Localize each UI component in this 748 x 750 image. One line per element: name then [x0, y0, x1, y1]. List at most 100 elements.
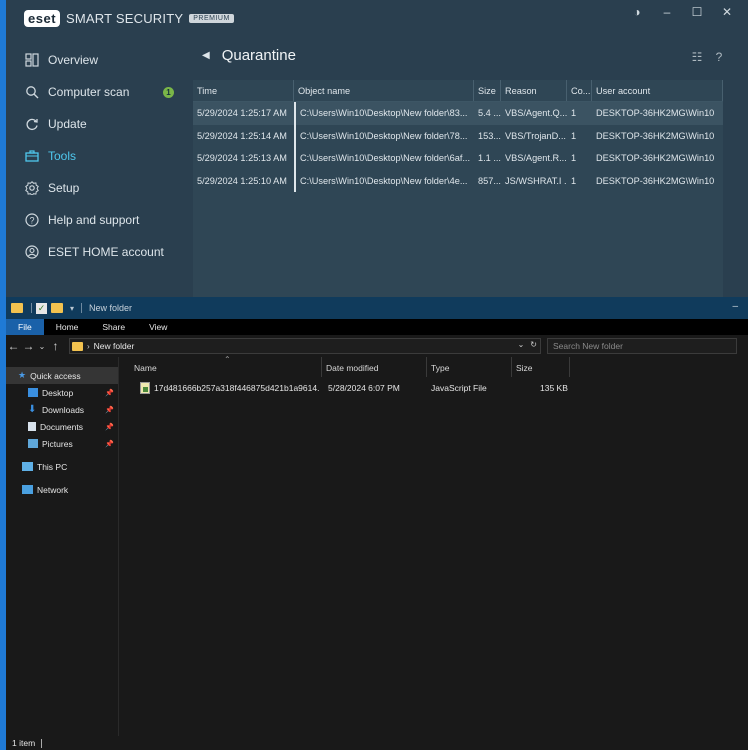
sidebar-item-computer-scan[interactable]: Computer scan 1 [6, 76, 186, 108]
sidebar-item-label: Setup [48, 181, 80, 195]
column-header-size[interactable]: Size [512, 357, 570, 377]
refresh-icon[interactable]: ↻ [530, 340, 537, 349]
theme-toggle-button[interactable]: ◑ [622, 4, 652, 20]
forward-arrow-icon[interactable]: → [21, 339, 36, 353]
cell-time: 5/29/2024 1:25:10 AM [197, 175, 287, 186]
sidebar-item-update[interactable]: Update [6, 108, 186, 140]
cell-object-name: C:\Users\Win10\Desktop\New folder\6af... [294, 147, 474, 170]
cell-user-account: DESKTOP-36HK2MG\Win10 [596, 108, 715, 118]
back-arrow-icon[interactable]: ◀ [202, 50, 210, 61]
cell-size: 1.1 ... [478, 153, 501, 163]
cell-user-account: DESKTOP-36HK2MG\Win10 [596, 130, 715, 141]
eset-window-controls: ◑ – ☐ ✕ [622, 4, 742, 20]
gear-icon [24, 180, 40, 196]
column-header-date-modified[interactable]: Date modified [322, 357, 427, 377]
folder-icon [72, 341, 83, 351]
tab-home[interactable]: Home [44, 319, 91, 335]
column-headers: ⌃ Name Date modified Type Size [120, 355, 748, 377]
table-row[interactable]: 5/29/2024 1:25:13 AM C:\Users\Win10\Desk… [193, 147, 723, 170]
file-size: 135 KB [540, 383, 568, 393]
navigation-pane: ★ Quick access Desktop 📌 ⬇ Downloads 📌 D… [6, 357, 119, 736]
cell-count: 1 [571, 153, 577, 163]
sidebar-item-overview[interactable]: Overview [6, 44, 186, 76]
list-item[interactable]: 17d481666b257a318f446875d421b1a9614... 5… [120, 380, 748, 396]
column-header-reason[interactable]: Reason [501, 80, 567, 101]
separator [31, 303, 32, 313]
nav-label: Quick access [30, 370, 81, 381]
pin-icon: 📌 [105, 440, 114, 448]
nav-item-pictures[interactable]: Pictures 📌 [6, 435, 118, 452]
address-bar[interactable]: › New folder ⌄ ↻ [69, 338, 541, 354]
nav-item-downloads[interactable]: ⬇ Downloads 📌 [6, 401, 118, 418]
column-header-count[interactable]: Co... [567, 80, 592, 101]
pin-icon: 📌 [105, 389, 114, 397]
nav-network[interactable]: Network [6, 481, 118, 498]
list-view-icon[interactable]: ☷ [686, 50, 708, 64]
search-input[interactable]: Search New folder [547, 338, 737, 354]
column-header-name[interactable]: Name [130, 357, 322, 377]
customize-dropdown-icon[interactable]: ▾ [70, 304, 74, 313]
cell-reason: VBS/Agent.Q... [505, 108, 567, 118]
download-arrow-icon: ⬇ [28, 404, 37, 415]
file-list: ⌃ Name Date modified Type Size 17d481666… [120, 355, 748, 736]
sidebar-item-label: Tools [48, 149, 77, 163]
cell-object-name: C:\Users\Win10\Desktop\New folder\78... [294, 124, 474, 147]
nav-quick-access[interactable]: ★ Quick access [6, 367, 118, 384]
sidebar-item-eset-home[interactable]: ESET HOME account [6, 236, 186, 268]
nav-item-desktop[interactable]: Desktop 📌 [6, 384, 118, 401]
cell-reason: VBS/TrojanD... [505, 130, 566, 141]
cell-user-account: DESKTOP-36HK2MG\Win10 [596, 153, 715, 163]
cell-object-name: C:\Users\Win10\Desktop\New folder\4e... [294, 169, 474, 192]
column-header-user-account[interactable]: User account [592, 80, 723, 101]
cell-time: 5/29/2024 1:25:14 AM [197, 130, 287, 141]
user-icon [24, 244, 40, 260]
cell-time: 5/29/2024 1:25:17 AM [197, 108, 287, 118]
column-header-time[interactable]: Time [193, 80, 294, 101]
cell-count: 1 [571, 175, 577, 186]
eset-window: eset SMART SECURITY PREMIUM ◑ – ☐ ✕ Over… [0, 0, 748, 300]
close-button[interactable]: ✕ [712, 4, 742, 20]
help-question-icon[interactable]: ? [708, 50, 730, 64]
table-header: Time Object name Size Reason Co... User … [193, 80, 723, 102]
sidebar-item-help[interactable]: ? Help and support [6, 204, 186, 236]
briefcase-icon [24, 148, 40, 164]
explorer-window: ✓ ▾ New folder – File Home Share View ← … [6, 297, 748, 750]
breadcrumb[interactable]: New folder [94, 341, 135, 351]
up-arrow-icon[interactable]: ↑ [48, 339, 63, 353]
item-count: 1 item [12, 738, 36, 748]
file-name: 17d481666b257a318f446875d421b1a9614... [154, 383, 319, 393]
file-type: JavaScript File [431, 383, 487, 393]
table-row[interactable]: 5/29/2024 1:25:14 AM C:\Users\Win10\Desk… [193, 124, 723, 147]
column-header-size[interactable]: Size [474, 80, 501, 101]
properties-check-icon[interactable]: ✓ [36, 302, 47, 314]
nav-item-documents[interactable]: Documents 📌 [6, 418, 118, 435]
maximize-button[interactable]: ☐ [682, 4, 712, 20]
tab-view[interactable]: View [137, 319, 179, 335]
page-title: Quarantine [221, 47, 296, 64]
page-tools: ☷ ? [686, 50, 730, 64]
sidebar-item-tools[interactable]: Tools [6, 140, 186, 172]
network-icon [22, 485, 33, 494]
pictures-icon [28, 439, 38, 448]
back-arrow-icon[interactable]: ← [6, 339, 21, 353]
tab-file[interactable]: File [6, 319, 44, 335]
sidebar-item-label: Computer scan [48, 85, 130, 99]
cell-size: 153... [478, 130, 501, 141]
quarantine-table: Time Object name Size Reason Co... User … [193, 80, 723, 300]
tab-share[interactable]: Share [90, 319, 137, 335]
file-date-modified: 5/28/2024 6:07 PM [328, 383, 400, 393]
table-row[interactable]: 5/29/2024 1:25:17 AM C:\Users\Win10\Desk… [193, 102, 723, 125]
folder-icon [11, 303, 23, 313]
sidebar-item-setup[interactable]: Setup [6, 172, 186, 204]
chevron-down-icon[interactable]: ⌄ [518, 340, 525, 349]
nav-this-pc[interactable]: This PC [6, 458, 118, 475]
recent-locations-icon[interactable]: ⌄ [36, 342, 48, 351]
chevron-right-icon[interactable]: › [87, 342, 90, 351]
new-folder-icon[interactable] [51, 303, 63, 313]
minimize-button[interactable]: – [652, 4, 682, 20]
column-header-type[interactable]: Type [427, 357, 512, 377]
minimize-button[interactable]: – [732, 301, 738, 312]
table-row[interactable]: 5/29/2024 1:25:10 AM C:\Users\Win10\Desk… [193, 169, 723, 192]
column-header-object-name[interactable]: Object name [294, 80, 474, 101]
pin-icon: 📌 [105, 423, 114, 431]
